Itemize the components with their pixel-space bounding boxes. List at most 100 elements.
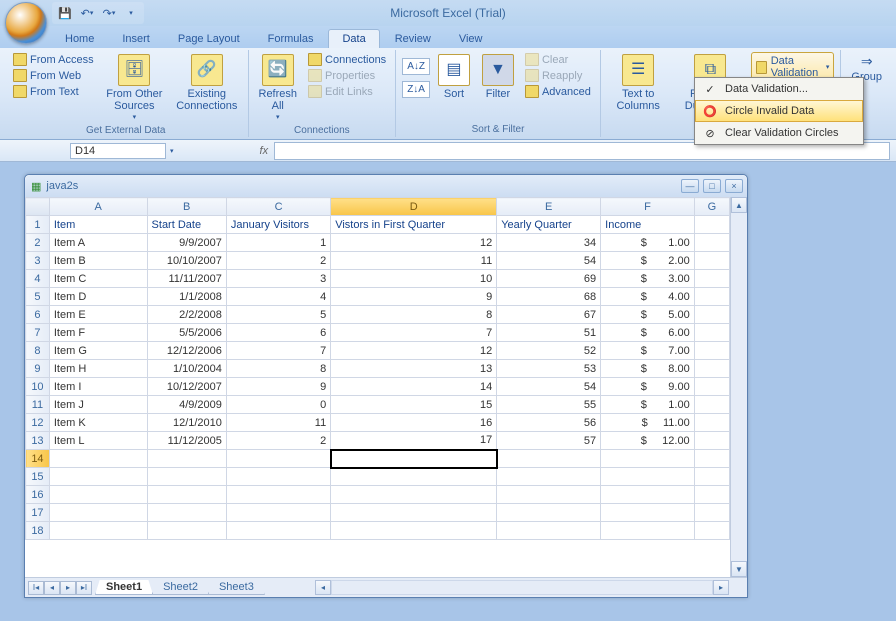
col-header-B[interactable]: B <box>147 198 226 216</box>
cell[interactable]: Yearly Quarter <box>497 216 601 234</box>
cell[interactable]: 55 <box>497 396 601 414</box>
cell[interactable]: 11 <box>226 414 330 432</box>
from-web-button[interactable]: From Web <box>10 68 97 83</box>
redo-icon[interactable]: ↷▾ <box>100 4 118 22</box>
cell[interactable]: 34 <box>497 234 601 252</box>
menu-data-validation[interactable]: ✓Data Validation... <box>695 78 863 100</box>
cell[interactable] <box>601 468 695 486</box>
sheet-tab-sheet2[interactable]: Sheet2 <box>152 580 209 595</box>
col-header-D[interactable]: D <box>331 198 497 216</box>
reapply-button[interactable]: Reapply <box>522 68 594 83</box>
row-header[interactable]: 4 <box>26 270 50 288</box>
properties-button[interactable]: Properties <box>305 68 389 83</box>
row-header[interactable]: 1 <box>26 216 50 234</box>
cell[interactable]: Item F <box>49 324 147 342</box>
cell[interactable]: 7 <box>331 324 497 342</box>
horizontal-scrollbar[interactable]: ◂ ▸ <box>315 580 729 595</box>
cell[interactable]: Item C <box>49 270 147 288</box>
cell[interactable] <box>226 504 330 522</box>
office-button[interactable] <box>5 2 47 44</box>
cell[interactable] <box>694 486 729 504</box>
tab-page-layout[interactable]: Page Layout <box>165 30 253 48</box>
cell[interactable] <box>49 468 147 486</box>
cell[interactable] <box>694 504 729 522</box>
cell[interactable]: 0 <box>226 396 330 414</box>
cell[interactable]: 4 <box>226 288 330 306</box>
row-header[interactable]: 17 <box>26 504 50 522</box>
cell[interactable]: $ 1.00 <box>601 234 695 252</box>
cell[interactable] <box>694 306 729 324</box>
sheet-nav-next[interactable]: ▸ <box>60 581 76 595</box>
cell[interactable]: 17 <box>331 432 497 450</box>
cell[interactable]: Item D <box>49 288 147 306</box>
cell[interactable]: 2 <box>226 252 330 270</box>
cell[interactable] <box>49 522 147 540</box>
cell[interactable]: 3 <box>226 270 330 288</box>
cell[interactable]: 53 <box>497 360 601 378</box>
cell[interactable]: 16 <box>331 414 497 432</box>
row-header[interactable]: 8 <box>26 342 50 360</box>
scroll-up-button[interactable]: ▲ <box>731 197 747 213</box>
sort-desc-button[interactable]: Z↓A <box>402 81 430 98</box>
cell[interactable]: 54 <box>497 378 601 396</box>
from-other-sources-button[interactable]: 🗄From Other Sources▾ <box>101 52 169 124</box>
cell[interactable] <box>331 450 497 468</box>
cell[interactable]: 57 <box>497 432 601 450</box>
cell[interactable]: 5 <box>226 306 330 324</box>
cell[interactable]: Item H <box>49 360 147 378</box>
existing-connections-button[interactable]: 🔗Existing Connections <box>172 52 241 124</box>
cell[interactable]: 15 <box>331 396 497 414</box>
cell[interactable]: 11/12/2005 <box>147 432 226 450</box>
cell[interactable] <box>497 486 601 504</box>
cell[interactable] <box>694 360 729 378</box>
col-header-G[interactable]: G <box>694 198 729 216</box>
cell[interactable]: 56 <box>497 414 601 432</box>
cell[interactable]: Item L <box>49 432 147 450</box>
spreadsheet-grid[interactable]: ABCDEFG1ItemStart DateJanuary VisitorsVi… <box>25 197 730 540</box>
name-box[interactable] <box>70 143 166 159</box>
col-header-C[interactable]: C <box>226 198 330 216</box>
cell[interactable] <box>497 450 601 468</box>
cell[interactable] <box>694 450 729 468</box>
connections-button[interactable]: Connections <box>305 52 389 67</box>
row-header[interactable]: 13 <box>26 432 50 450</box>
menu-circle-invalid[interactable]: ⭕Circle Invalid Data <box>695 100 863 122</box>
scroll-left-button[interactable]: ◂ <box>315 580 331 595</box>
sheet-nav-prev[interactable]: ◂ <box>44 581 60 595</box>
cell[interactable] <box>147 450 226 468</box>
fx-icon[interactable]: fx <box>260 145 269 157</box>
cell[interactable]: 11 <box>331 252 497 270</box>
cell[interactable]: 1 <box>226 234 330 252</box>
cell[interactable] <box>49 486 147 504</box>
text-to-columns-button[interactable]: ☰Text to Columns <box>607 52 670 123</box>
filter-button[interactable]: ▼Filter <box>478 52 518 123</box>
cell[interactable]: 7 <box>226 342 330 360</box>
cell[interactable]: Start Date <box>147 216 226 234</box>
tab-data[interactable]: Data <box>328 29 379 48</box>
cell[interactable]: $ 7.00 <box>601 342 695 360</box>
sheet-nav-first[interactable]: I◂ <box>28 581 44 595</box>
cell[interactable]: Item G <box>49 342 147 360</box>
cell[interactable] <box>694 342 729 360</box>
cell[interactable] <box>331 486 497 504</box>
cell[interactable] <box>694 432 729 450</box>
cell[interactable] <box>694 414 729 432</box>
qat-customize[interactable]: ▾ <box>122 4 140 22</box>
cell[interactable]: 14 <box>331 378 497 396</box>
cell[interactable] <box>601 522 695 540</box>
cell[interactable]: 54 <box>497 252 601 270</box>
cell[interactable]: Item <box>49 216 147 234</box>
cell[interactable] <box>601 504 695 522</box>
cell[interactable]: 9 <box>226 378 330 396</box>
cell[interactable] <box>49 504 147 522</box>
sheet-nav-last[interactable]: ▸I <box>76 581 92 595</box>
cell[interactable]: $ 8.00 <box>601 360 695 378</box>
cell[interactable]: 13 <box>331 360 497 378</box>
cell[interactable]: $ 3.00 <box>601 270 695 288</box>
cell[interactable] <box>147 522 226 540</box>
col-header-A[interactable]: A <box>49 198 147 216</box>
cell[interactable]: Item B <box>49 252 147 270</box>
cell[interactable]: 68 <box>497 288 601 306</box>
row-header[interactable]: 7 <box>26 324 50 342</box>
row-header[interactable]: 18 <box>26 522 50 540</box>
